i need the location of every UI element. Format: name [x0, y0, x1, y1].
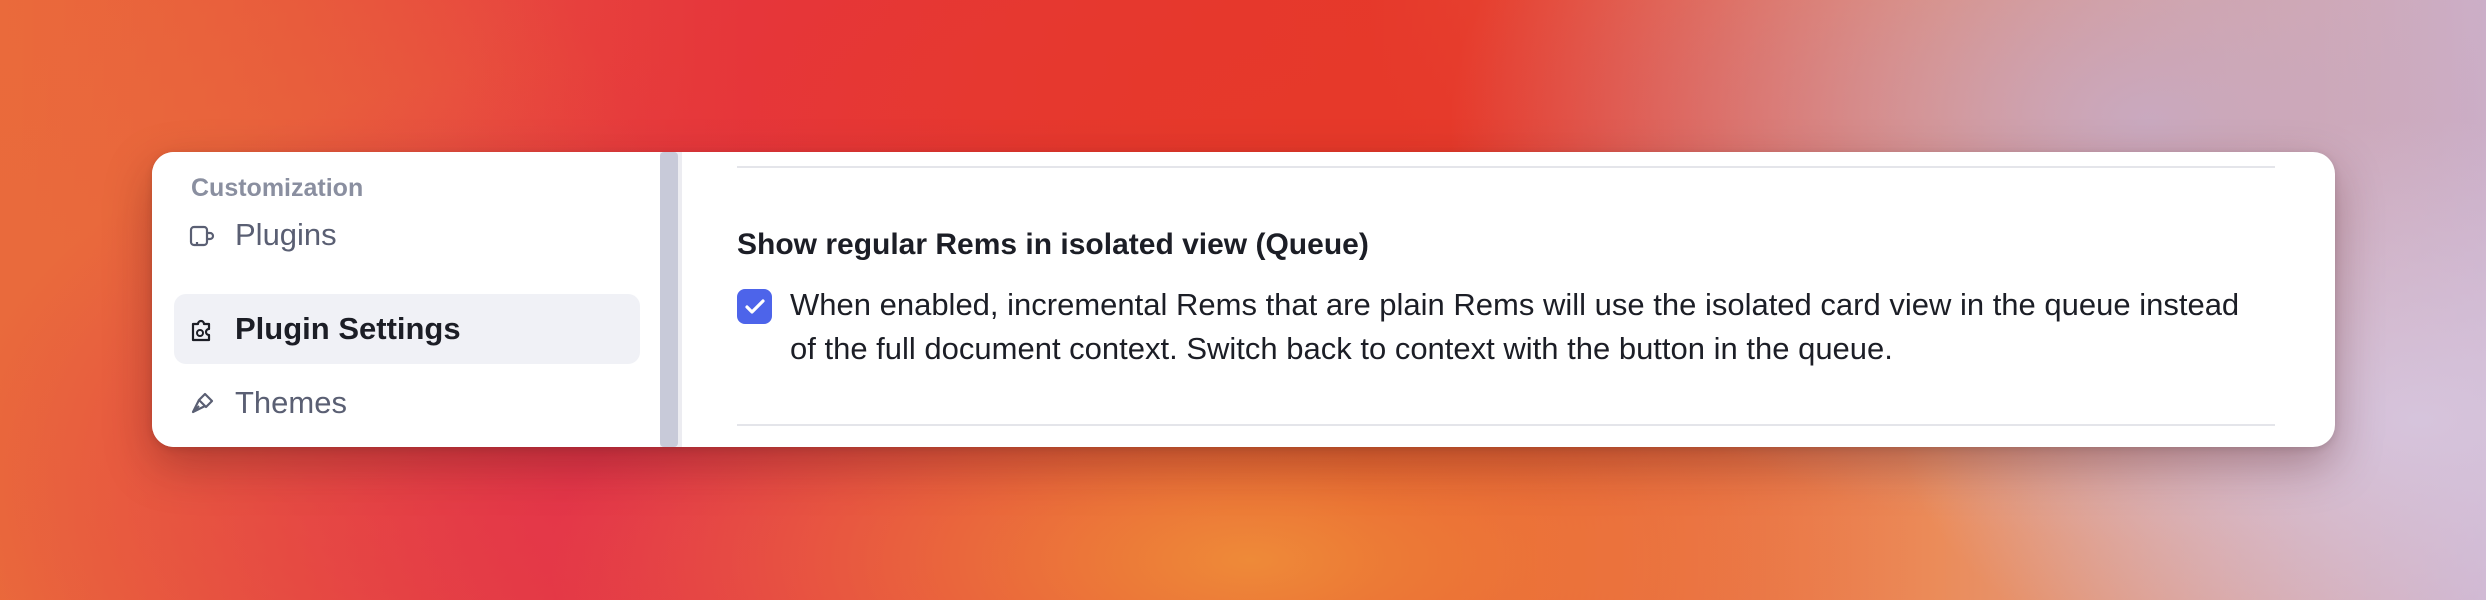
sidebar-item-plugin-settings[interactable]: Plugin Settings: [174, 294, 640, 364]
top-divider: [737, 166, 2275, 168]
sidebar-item-label: Plugin Settings: [235, 311, 461, 346]
settings-sidebar: Customization Plugins Plugin Settings Th…: [152, 152, 660, 447]
settings-content: Show regular Rems in isolated view (Queu…: [683, 152, 2335, 447]
setting-description: When enabled, incremental Rems that are …: [790, 287, 2240, 366]
sidebar-item-plugins[interactable]: Plugins: [174, 200, 640, 270]
sidebar-section-label: Customization: [191, 174, 364, 202]
sidebar-item-label: Themes: [235, 385, 347, 420]
settings-window: Customization Plugins Plugin Settings Th…: [152, 152, 2335, 447]
isolated-view-checkbox[interactable]: [737, 289, 772, 324]
setting-title: Show regular Rems in isolated view (Queu…: [737, 228, 1369, 261]
plugin-icon: [189, 224, 217, 248]
puzzle-settings-icon: [189, 318, 217, 342]
sidebar-item-themes[interactable]: Themes: [174, 368, 640, 438]
brush-icon: [189, 392, 217, 416]
bottom-divider: [737, 424, 2275, 426]
sidebar-item-label: Plugins: [235, 217, 337, 252]
checkmark-icon: [744, 298, 765, 314]
sidebar-scrollbar-thumb[interactable]: [660, 152, 678, 447]
